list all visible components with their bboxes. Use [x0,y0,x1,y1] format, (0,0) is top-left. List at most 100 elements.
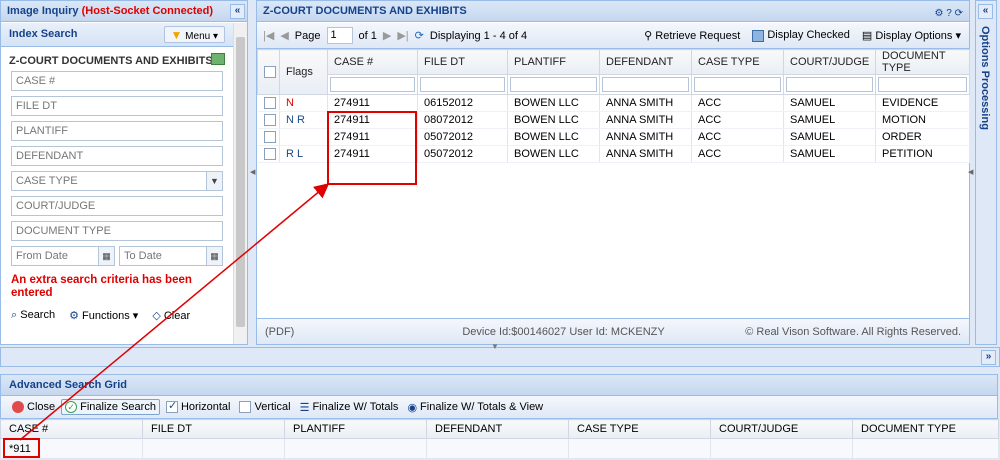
defendant-input[interactable]: DEFENDANT [11,146,223,166]
search-button[interactable]: ⌕ Search [11,309,55,322]
row-checkbox[interactable] [263,148,276,161]
filter-plantiff-input[interactable] [510,77,597,92]
cell-defendant: ANNA SMITH [599,145,692,163]
flag-other: R [297,114,305,126]
col-case[interactable]: CASE # [327,49,418,75]
left-splitter-arrow-icon[interactable]: ◀ [250,168,255,176]
collapse-arrow-icon[interactable]: ▼ [491,342,499,351]
filter-defendant-input[interactable] [602,77,689,92]
vertical-toggle[interactable]: Vertical [236,400,293,414]
adv-col-case[interactable]: CASE # [0,419,143,439]
row-checkbox[interactable] [263,131,276,144]
row-select-cell [257,128,280,146]
adv-cell-case-type[interactable] [568,438,711,459]
advanced-search-region: ▼ » Advanced Search Grid Close ✓ Finalize… [0,342,1000,460]
row-checkbox[interactable] [263,114,276,127]
filter-case-type-input[interactable] [694,77,781,92]
court-judge-input[interactable]: COURT/JUDGE [11,196,223,216]
finalize-totals-view-button[interactable]: ◉ Finalize W/ Totals & View [404,400,546,415]
cell-defendant: ANNA SMITH [599,111,692,129]
retrieve-request-button[interactable]: ⚲ Retrieve Request [644,29,740,42]
filter-court-judge-input[interactable] [786,77,873,92]
prev-page-icon[interactable]: ◀ [280,29,288,42]
last-page-icon[interactable]: ▶| [397,29,408,42]
menu-button[interactable]: ▼ Menu ▾ [163,26,225,43]
filter-cell [507,74,600,95]
display-checked-button[interactable]: Display Checked [752,29,850,42]
bottom-splitter-bar[interactable]: ▼ » [0,342,1000,367]
chevron-down-icon[interactable]: ▼ [206,172,222,190]
case-type-placeholder: CASE TYPE [16,175,78,187]
to-date-input[interactable]: To Date ▦ [119,246,223,266]
index-search-title: Index Search [9,28,78,40]
check-circle-icon: ✓ [65,401,78,413]
col-flags[interactable]: Flags [279,49,328,95]
list-icon: ☰ [299,401,310,414]
expand-options-button[interactable]: « [978,4,993,19]
scrollbar-thumb[interactable] [236,37,245,327]
options-processing-panel[interactable]: « Options Processing [975,0,997,345]
row-checkbox[interactable] [263,97,276,110]
display-options-button[interactable]: ▤ Display Options ▾ [862,29,961,42]
adv-col-plantiff[interactable]: PLANTIFF [284,419,427,439]
refresh-icon[interactable]: ⟳ [415,29,424,42]
settings-icon[interactable]: ⚙ [935,8,944,19]
calendar-icon[interactable]: ▦ [98,247,114,265]
adv-cell-file-dt[interactable] [142,438,285,459]
expand-advanced-button[interactable]: » [981,350,996,365]
col-plantiff[interactable]: PLANTIFF [507,49,600,75]
col-court-judge[interactable]: COURT/JUDGE [783,49,876,75]
form-title: Z-COURT DOCUMENTS AND EXHIBITS [1,47,233,71]
left-scrollbar[interactable] [233,23,247,344]
adv-cell-court-judge[interactable] [710,438,853,459]
grid-icon: ▤ [861,30,873,42]
menu-label: Menu [185,31,211,42]
adv-cell-defendant[interactable] [426,438,569,459]
adv-col-court-judge[interactable]: COURT/JUDGE [710,419,853,439]
col-defendant[interactable]: DEFENDANT [599,49,692,75]
horizontal-checkbox[interactable] [165,399,178,413]
page-input[interactable]: 1 [326,27,353,44]
vertical-checkbox[interactable] [239,401,252,413]
first-page-icon[interactable]: |◀ [263,29,274,42]
table-row[interactable]: *911 [0,438,999,459]
select-all-checkbox[interactable] [264,66,276,79]
col-document-type[interactable]: DOCUMENT TYPE [875,49,970,75]
next-page-icon[interactable]: ▶ [383,29,391,42]
file-date-input[interactable]: FILE DT [11,96,223,116]
collapse-left-button[interactable]: « [230,4,245,19]
refresh-icon[interactable]: ⟳ [955,8,963,19]
spreadsheet-icon[interactable] [211,53,225,65]
plantiff-input[interactable]: PLANTIFF [11,121,223,141]
flag-new: N [286,97,294,109]
case-number-input[interactable]: CASE # [11,71,223,91]
right-splitter-arrow-icon[interactable]: ◀ [968,168,973,176]
adv-col-file-dt[interactable]: FILE DT [142,419,285,439]
filter-case-input[interactable] [330,77,415,92]
adv-col-document-type[interactable]: DOCUMENT TYPE [852,419,999,439]
col-file-dt[interactable]: FILE DT [417,49,508,75]
finalize-search-button[interactable]: ✓ Finalize Search [61,399,160,415]
clear-button[interactable]: ◇ Clear [152,309,190,322]
adv-col-case-type[interactable]: CASE TYPE [568,419,711,439]
col-case-type[interactable]: CASE TYPE [691,49,784,75]
adv-cell-document-type[interactable] [852,438,999,459]
row-flags: N [279,94,328,112]
options-processing-label[interactable]: Options Processing [979,26,991,130]
advanced-toolbar: Close ✓Finalize Search Horizontal Vertic… [0,396,998,419]
adv-cell-plantiff[interactable] [284,438,427,459]
close-button[interactable]: Close [9,400,58,414]
horizontal-label: Horizontal [180,401,231,413]
finalize-totals-button[interactable]: ☰ Finalize W/ Totals [297,400,402,415]
calendar-icon[interactable]: ▦ [206,247,222,265]
table-row[interactable]: N 274911 06152012 BOWEN LLC ANNA SMITH A… [257,94,970,112]
filter-document-type-input[interactable] [878,77,967,92]
document-type-input[interactable]: DOCUMENT TYPE [11,221,223,241]
help-icon[interactable]: ? [946,8,952,19]
functions-button[interactable]: ⚙ Functions ▾ [69,309,138,322]
from-date-input[interactable]: From Date ▦ [11,246,115,266]
filter-file-dt-input[interactable] [420,77,505,92]
adv-col-defendant[interactable]: DEFENDANT [426,419,569,439]
case-type-select[interactable]: CASE TYPE ▼ [11,171,223,191]
horizontal-toggle[interactable]: Horizontal [163,399,234,414]
